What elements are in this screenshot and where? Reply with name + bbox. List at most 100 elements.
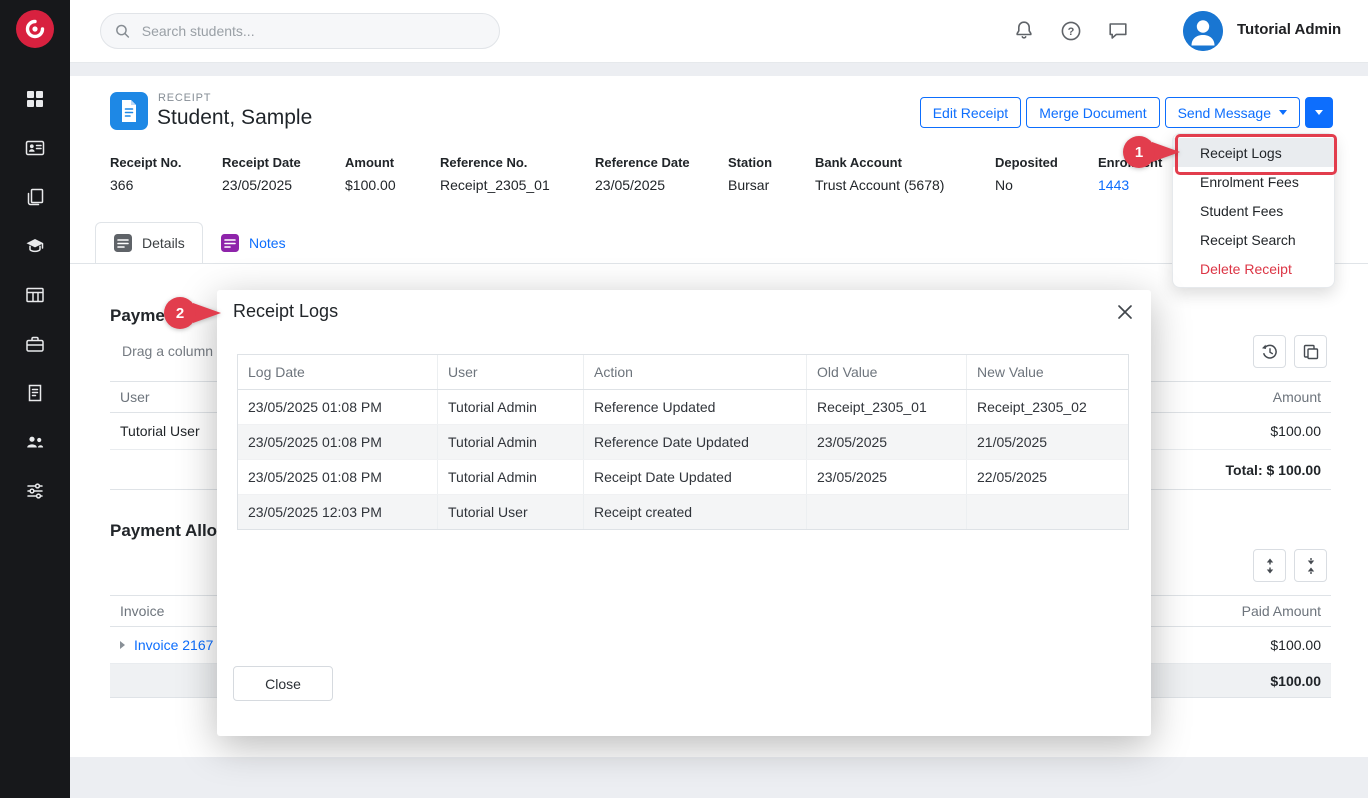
notifications-button[interactable] [1011, 18, 1037, 44]
column-chooser-button[interactable] [1294, 335, 1327, 368]
sidebar-item-briefcase[interactable] [0, 319, 70, 368]
column-header-log-date[interactable]: Log Date [238, 355, 438, 389]
log-user: Tutorial Admin [438, 425, 584, 459]
chat-icon [1106, 19, 1130, 43]
tab-notes-label: Notes [249, 235, 286, 251]
log-user: Tutorial Admin [438, 390, 584, 424]
edit-receipt-button[interactable]: Edit Receipt [920, 97, 1021, 128]
log-table-row: 23/05/2025 01:08 PM Tutorial Admin Recei… [238, 460, 1128, 495]
log-user: Tutorial Admin [438, 460, 584, 494]
log-date: 23/05/2025 01:08 PM [238, 390, 438, 424]
field-label: Receipt Date [222, 155, 301, 170]
payment-history-button[interactable] [1253, 335, 1286, 368]
log-action: Reference Updated [584, 390, 807, 424]
modal-close-button[interactable] [1113, 300, 1137, 324]
close-button[interactable]: Close [233, 666, 333, 701]
column-header-action[interactable]: Action [584, 355, 807, 389]
receipt-field-station: Station Bursar [728, 155, 772, 193]
menu-item-delete-receipt[interactable]: Delete Receipt [1173, 254, 1334, 283]
billing-icon [25, 383, 45, 403]
receipt-doc-icon [110, 92, 148, 130]
notes-icon [220, 233, 240, 253]
field-value: No [995, 177, 1058, 193]
dashboard-icon [25, 89, 45, 109]
log-user: Tutorial User [438, 495, 584, 529]
search-input[interactable] [140, 22, 485, 40]
log-new-value: 22/05/2025 [967, 460, 1128, 494]
payment-amount: $100.00 [1270, 423, 1321, 439]
messages-button[interactable] [1105, 18, 1131, 44]
expand-row-icon[interactable] [120, 641, 125, 649]
field-label: Station [728, 155, 772, 170]
details-icon [113, 233, 133, 253]
field-label: Receipt No. [110, 155, 182, 170]
user-name: Tutorial Admin [1237, 21, 1341, 38]
user-avatar[interactable] [1183, 11, 1223, 51]
column-header-amount[interactable]: Amount [1273, 389, 1321, 405]
sidebar [0, 0, 70, 798]
receipt-field-bank-account: Bank Account Trust Account (5678) [815, 155, 944, 193]
sidebar-item-dashboard[interactable] [0, 74, 70, 123]
invoice-link[interactable]: Invoice 2167 [134, 637, 213, 653]
table-icon [25, 285, 45, 305]
field-value: $100.00 [345, 177, 396, 193]
annotation-step-1: 1 [1122, 135, 1186, 169]
collapse-all-button[interactable] [1294, 549, 1327, 582]
column-header-user[interactable]: User [120, 389, 150, 405]
log-new-value [967, 495, 1128, 529]
column-header-paid-amount[interactable]: Paid Amount [1242, 603, 1321, 619]
logo-icon [16, 10, 54, 48]
documents-icon [25, 187, 45, 207]
chevron-down-icon [1279, 110, 1287, 115]
menu-item-student-fees[interactable]: Student Fees [1173, 196, 1334, 225]
help-button[interactable]: ? [1058, 18, 1084, 44]
log-old-value [807, 495, 967, 529]
log-new-value: Receipt_2305_02 [967, 390, 1128, 424]
column-header-new-value[interactable]: New Value [967, 355, 1128, 389]
column-header-old-value[interactable]: Old Value [807, 355, 967, 389]
log-date: 23/05/2025 12:03 PM [238, 495, 438, 529]
menu-item-receipt-search[interactable]: Receipt Search [1173, 225, 1334, 254]
enrolment-link[interactable]: 1443 [1098, 177, 1162, 193]
log-new-value: 21/05/2025 [967, 425, 1128, 459]
menu-item-receipt-logs[interactable]: Receipt Logs [1173, 138, 1334, 167]
merge-document-button[interactable]: Merge Document [1026, 97, 1159, 128]
field-value: 23/05/2025 [595, 177, 690, 193]
receipt-field-reference-no: Reference No. Receipt_2305_01 [440, 155, 550, 193]
modal-title: Receipt Logs [233, 301, 338, 322]
send-message-label: Send Message [1178, 105, 1271, 121]
annotation-number: 2 [176, 305, 184, 322]
log-table: Log Date User Action Old Value New Value… [237, 354, 1129, 530]
field-label: Amount [345, 155, 396, 170]
receipt-logs-modal: Receipt Logs Log Date User Action Old Va… [217, 290, 1151, 736]
search-bar [100, 13, 500, 49]
log-old-value: 23/05/2025 [807, 460, 967, 494]
log-date: 23/05/2025 01:08 PM [238, 425, 438, 459]
tab-details[interactable]: Details [95, 222, 203, 263]
expand-all-button[interactable] [1253, 549, 1286, 582]
log-action: Reference Date Updated [584, 425, 807, 459]
log-old-value: 23/05/2025 [807, 425, 967, 459]
sidebar-item-people[interactable] [0, 417, 70, 466]
sidebar-item-contacts[interactable] [0, 123, 70, 172]
app-logo[interactable] [16, 10, 54, 48]
people-icon [25, 432, 45, 452]
close-icon [1116, 303, 1134, 321]
receipt-field-receipt-no: Receipt No. 366 [110, 155, 182, 193]
sidebar-item-billing[interactable] [0, 368, 70, 417]
column-chooser-icon [1302, 343, 1320, 361]
sidebar-item-education[interactable] [0, 221, 70, 270]
column-header-invoice[interactable]: Invoice [120, 603, 164, 619]
field-label: Reference Date [595, 155, 690, 170]
allocation-amount: $100.00 [1270, 637, 1321, 653]
more-actions-button[interactable] [1305, 97, 1333, 128]
payment-user: Tutorial User [120, 423, 200, 439]
sidebar-item-documents[interactable] [0, 172, 70, 221]
send-message-button[interactable]: Send Message [1165, 97, 1300, 128]
menu-item-enrolment-fees[interactable]: Enrolment Fees [1173, 167, 1334, 196]
column-header-user[interactable]: User [438, 355, 584, 389]
sidebar-item-settings[interactable] [0, 466, 70, 515]
sidebar-item-tables[interactable] [0, 270, 70, 319]
log-action: Receipt created [584, 495, 807, 529]
tab-notes[interactable]: Notes [203, 222, 303, 263]
